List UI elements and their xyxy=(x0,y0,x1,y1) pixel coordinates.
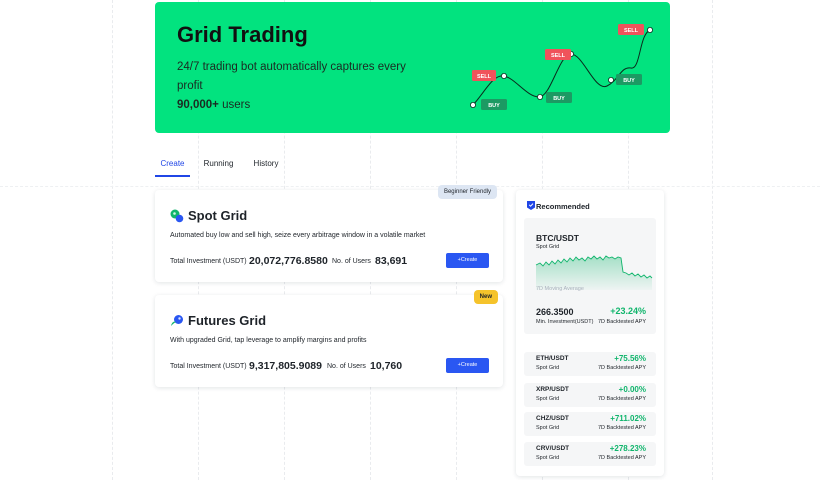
featured-bot-card[interactable]: BTC/USDT Spot Grid 7D Moving Average 266… xyxy=(524,218,656,334)
svg-text:BUY: BUY xyxy=(623,78,635,84)
spot-grid-icon xyxy=(170,209,184,223)
users-label: No. of Users xyxy=(332,258,371,265)
pair-name: ETH/USDT xyxy=(536,355,569,362)
recommended-item-xrp[interactable]: XRP/USDT Spot Grid +0.00% 7D Backtested … xyxy=(524,383,656,407)
investment-label: Total Investment (USDT) xyxy=(170,363,247,370)
min-investment-label: Min. Investment(USDT) xyxy=(536,319,594,325)
apy-label: 7D Backtested APY xyxy=(598,319,646,325)
investment-label: Total Investment (USDT) xyxy=(170,258,247,265)
recommended-title: Recommended xyxy=(536,202,590,211)
tab-create[interactable]: Create xyxy=(155,150,190,177)
futures-grid-icon xyxy=(171,315,183,326)
pair-name: CHZ/USDT xyxy=(536,415,569,422)
buy-tag: BUY xyxy=(481,99,507,110)
svg-text:SELL: SELL xyxy=(477,74,492,80)
tab-history[interactable]: History xyxy=(249,150,283,177)
pair-name: BTC/USDT xyxy=(536,233,579,243)
apy-label: 7D Backtested APY xyxy=(598,365,646,371)
node-dot xyxy=(646,26,653,33)
tab-running[interactable]: Running xyxy=(201,150,236,177)
bot-type: Spot Grid xyxy=(536,425,560,431)
grid-trading-illustration: SELL SELL SELL BUY BUY BUY xyxy=(469,24,653,110)
spot-grid-card[interactable]: Beginner Friendly Spot Grid Automated bu… xyxy=(155,185,503,282)
recommended-item-eth[interactable]: ETH/USDT Spot Grid +75.56% 7D Backtested… xyxy=(524,352,656,376)
svg-text:BUY: BUY xyxy=(553,96,565,102)
node-dot xyxy=(500,73,507,80)
investment-value: 9,317,805.9089 xyxy=(249,360,322,372)
sell-tag: SELL xyxy=(545,49,571,60)
buy-tag: BUY xyxy=(616,74,642,85)
apy-value: +0.00% xyxy=(618,385,646,394)
recommended-panel: Recommended BTC/USDT Spot Grid 7D Moving… xyxy=(516,190,664,476)
svg-text:SELL: SELL xyxy=(551,53,566,59)
buy-tag: BUY xyxy=(546,92,572,103)
pair-name: CRV/USDT xyxy=(536,445,570,452)
apy-label: 7D Backtested APY xyxy=(598,396,646,402)
apy-value: +23.24% xyxy=(610,306,646,316)
hero-banner: Grid Trading 24/7 trading bot automatica… xyxy=(155,2,670,133)
bot-type: Spot Grid xyxy=(536,244,560,250)
apy-value: +278.23% xyxy=(609,444,646,453)
card-description: Automated buy low and sell high, seize e… xyxy=(170,232,426,239)
svg-text:SELL: SELL xyxy=(624,28,639,34)
users-value: 83,691 xyxy=(375,255,408,267)
apy-value: +75.56% xyxy=(614,354,646,363)
node-dot xyxy=(536,94,543,101)
bot-type: Spot Grid xyxy=(536,365,560,371)
card-title: Futures Grid xyxy=(188,313,267,328)
create-futures-grid-button[interactable]: +Create xyxy=(446,358,489,373)
card-title: Spot Grid xyxy=(188,208,248,223)
recommended-item-crv[interactable]: CRV/USDT Spot Grid +278.23% 7D Backteste… xyxy=(524,442,656,466)
grid-line xyxy=(0,186,820,187)
price-sparkline xyxy=(535,255,653,290)
apy-label: 7D Backtested APY xyxy=(598,425,646,431)
node-dot xyxy=(607,77,614,84)
grid-line xyxy=(112,0,113,480)
sell-tag: SELL xyxy=(472,70,496,81)
bot-type: Spot Grid xyxy=(536,396,560,402)
pair-name: XRP/USDT xyxy=(536,386,569,393)
svg-text:BUY: BUY xyxy=(488,103,500,109)
node-dot xyxy=(469,102,476,109)
new-badge: New xyxy=(473,290,498,304)
beginner-friendly-badge: Beginner Friendly xyxy=(437,185,497,199)
grid-line xyxy=(712,0,713,480)
card-description: With upgraded Grid, tap leverage to ampl… xyxy=(170,337,367,344)
min-investment-value: 266.3500 xyxy=(536,307,574,317)
investment-value: 20,072,776.8580 xyxy=(249,255,328,267)
apy-value: +711.02% xyxy=(610,414,646,423)
bot-type: Spot Grid xyxy=(536,455,560,461)
recommended-badge-icon xyxy=(527,201,535,210)
futures-grid-card[interactable]: New Futures Grid With upgraded Grid, tap… xyxy=(155,290,503,387)
apy-label: 7D Backtested APY xyxy=(598,455,646,461)
create-spot-grid-button[interactable]: +Create xyxy=(446,253,489,268)
sell-tag: SELL xyxy=(618,24,644,35)
chart-caption: 7D Moving Average xyxy=(536,286,584,292)
recommended-item-chz[interactable]: CHZ/USDT Spot Grid +711.02% 7D Backteste… xyxy=(524,412,656,436)
users-label: No. of Users xyxy=(327,363,366,370)
users-value: 10,760 xyxy=(370,360,403,372)
